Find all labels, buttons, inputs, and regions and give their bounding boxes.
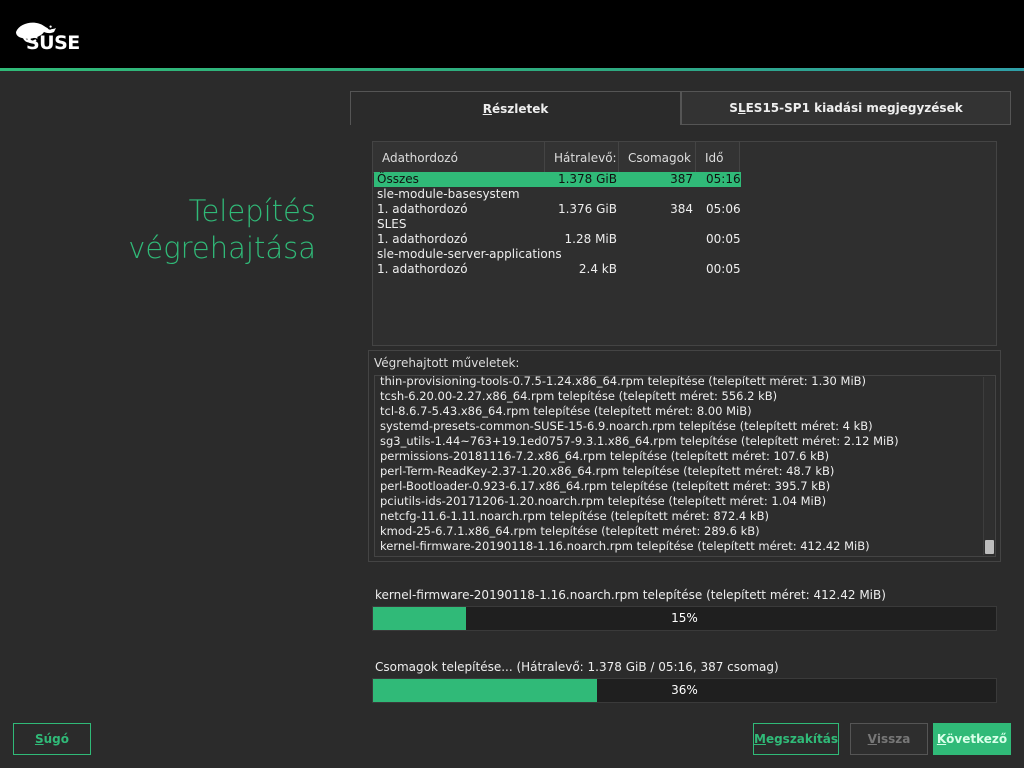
cell-remaining: 1.378 GiB	[557, 172, 617, 186]
cell-time: 00:05	[706, 232, 741, 246]
column-header-media[interactable]: Adathordozó	[373, 142, 545, 173]
table-row[interactable]: 1. adathordozó 1.376 GiB 384 05:06	[374, 202, 741, 217]
package-progress-text: 15%	[671, 611, 698, 625]
cell-packages: 384	[670, 202, 693, 216]
column-header-packages[interactable]: Csomagok	[619, 142, 696, 173]
tab-release-notes[interactable]: S L ES15-SP1 kiadási megjegyzések	[681, 91, 1011, 125]
next-label: övetkező	[946, 732, 1008, 746]
cell-remaining: 2.4 kB	[578, 262, 617, 276]
page-title-line1: Telepítés	[188, 194, 316, 228]
back-mnemonic: V	[867, 732, 877, 746]
cell-media: 1. adathordozó	[377, 202, 468, 216]
log-line: thin-provisioning-tools-0.7.5-1.24.x86_6…	[380, 375, 867, 388]
tab-details[interactable]: Részletek	[350, 91, 681, 125]
tab-notes-label: ES15-SP1 kiadási megjegyzések	[745, 101, 963, 115]
log-line: perl-Bootloader-0.923-6.17.x86_64.rpm te…	[380, 479, 831, 493]
cell-packages	[620, 262, 697, 277]
log-line: kmod-25-6.7.1.x86_64.rpm telepítése (tel…	[380, 524, 760, 538]
header-accent-line	[0, 68, 1024, 71]
package-progress-label: kernel-firmware-20190118-1.16.noarch.rpm…	[375, 588, 886, 602]
log-line: permissions-20181116-7.2.x86_64.rpm tele…	[380, 449, 830, 463]
table-row[interactable]: 1. adathordozó 1.28 MiB 00:05	[374, 232, 741, 247]
table-header: Adathordozó Hátralevő: Csomagok Idő	[373, 142, 740, 173]
actions-scrollbar[interactable]	[983, 377, 994, 555]
table-group-label: sle-module-basesystem	[377, 187, 520, 201]
column-header-time[interactable]: Idő	[696, 142, 740, 173]
total-progress-bar: 36%	[372, 678, 997, 703]
next-button[interactable]: Következő	[933, 723, 1011, 755]
cell-packages: 387	[670, 172, 693, 186]
total-progress-label: Csomagok telepítése... (Hátralevő: 1.378…	[375, 660, 779, 674]
log-line: sg3_utils-1.44~763+19.1ed0757-9.3.1.x86_…	[380, 434, 899, 448]
back-button[interactable]: Vissza	[850, 723, 928, 755]
actions-label: Végrehajtott műveletek:	[374, 356, 520, 370]
table-group-label: sle-module-server-applications	[377, 247, 562, 261]
package-progress-bar: 15%	[372, 606, 997, 631]
table-row[interactable]: 1. adathordozó 2.4 kB 00:05	[374, 262, 741, 277]
log-line: tcsh-6.20.00-2.27.x86_64.rpm telepítése …	[380, 389, 778, 403]
abort-label: egszakítás	[765, 732, 838, 746]
cell-remaining: 1.376 GiB	[557, 202, 617, 216]
help-button[interactable]: Súgó	[13, 723, 91, 755]
log-line: tcl-8.6.7-5.43.x86_64.rpm telepítése (te…	[380, 404, 752, 418]
media-table[interactable]: Adathordozó Hátralevő: Csomagok Idő Össz…	[372, 141, 997, 346]
abort-mnemonic: M	[754, 732, 766, 746]
page-title-line2: végrehajtása	[128, 231, 316, 265]
cell-media: Összes	[377, 172, 419, 186]
help-mnemonic: S	[34, 732, 44, 746]
log-line: netcfg-11.6-1.11.noarch.rpm telepítése (…	[380, 509, 769, 523]
cell-time: 05:16	[706, 172, 741, 186]
tab-notes-mnemonic: L	[737, 101, 746, 115]
tab-details-mnemonic: R	[482, 101, 492, 116]
tab-notes-label-pre: S	[729, 101, 738, 115]
scrollbar-thumb[interactable]	[985, 540, 994, 554]
back-label: issza	[876, 732, 911, 746]
cell-packages	[620, 232, 697, 247]
column-header-remaining[interactable]: Hátralevő:	[545, 142, 619, 173]
log-line: kernel-firmware-20190118-1.16.noarch.rpm…	[380, 539, 870, 553]
tab-details-label: észletek	[491, 101, 549, 116]
log-line: perl-Term-ReadKey-2.37-1.20.x86_64.rpm t…	[380, 464, 835, 478]
cell-media: 1. adathordozó	[377, 262, 468, 276]
actions-log[interactable]: thin-provisioning-tools-0.7.5-1.24.x86_6…	[374, 375, 996, 557]
header-bar: SUSE	[0, 0, 1024, 70]
total-progress-text: 36%	[671, 683, 698, 697]
table-row-total[interactable]: Összes 1.378 GiB 387 05:16	[374, 172, 741, 187]
cell-time: 05:06	[706, 202, 741, 216]
suse-logo-text: SUSE	[26, 32, 80, 54]
table-group-label: SLES	[377, 217, 407, 231]
cell-media: 1. adathordozó	[377, 232, 468, 246]
help-label: úgó	[43, 732, 70, 746]
log-line: systemd-presets-common-SUSE-15-6.9.noarc…	[380, 419, 873, 433]
next-mnemonic: K	[936, 732, 947, 746]
cell-time: 00:05	[706, 262, 741, 276]
cell-remaining: 1.28 MiB	[564, 232, 617, 246]
page-title: Telepítés végrehajtása	[16, 193, 316, 267]
log-line: pciutils-ids-20171206-1.20.noarch.rpm te…	[380, 494, 827, 508]
actions-group: Végrehajtott műveletek: thin-provisionin…	[368, 350, 1001, 562]
abort-button[interactable]: Megszakítás	[753, 723, 839, 755]
